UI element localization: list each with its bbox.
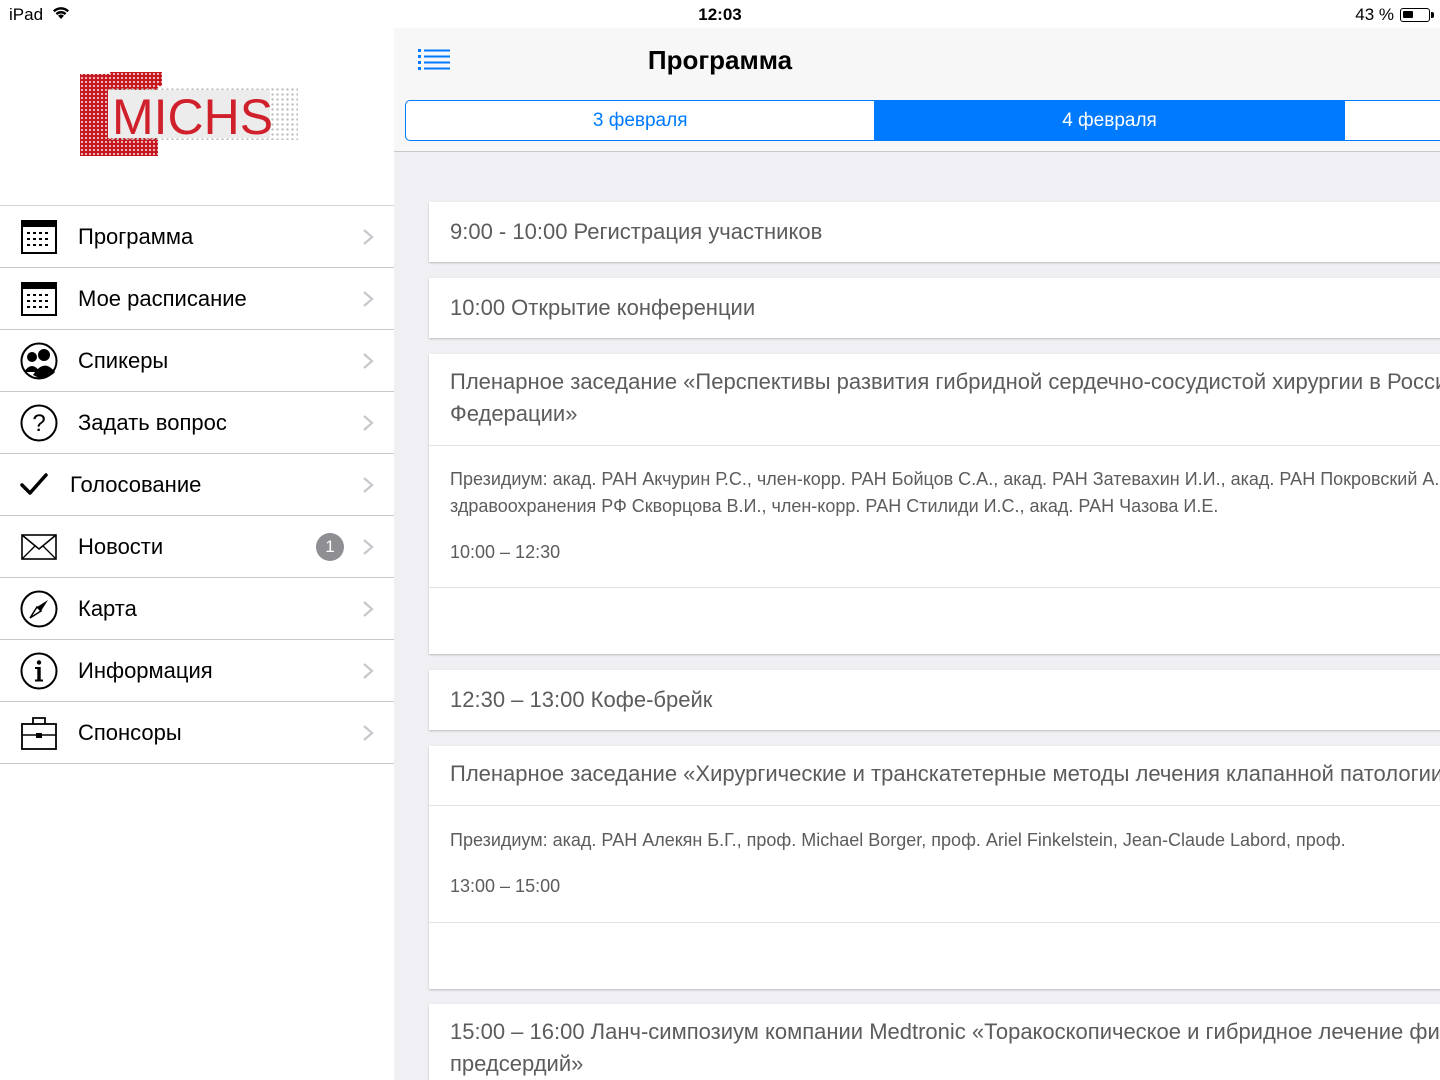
- schedule-item[interactable]: 10:00 Открытие конференции: [429, 278, 1440, 338]
- status-right: 43 %: [1355, 5, 1434, 25]
- chevron-right-icon: [363, 415, 374, 431]
- battery-icon: [1400, 8, 1434, 22]
- sidebar: MICHS Программа Мое расписание Спикеры ?…: [0, 28, 394, 1080]
- chevron-right-icon: [363, 291, 374, 307]
- compass-icon: [20, 590, 58, 628]
- briefcase-icon: [20, 714, 58, 752]
- presidium-line: Президиум: акад. РАН Акчурин Р.С., член-…: [450, 469, 1440, 489]
- sidebar-item-label: Информация: [78, 657, 213, 683]
- sidebar-item-ask-question[interactable]: ? Задать вопрос: [0, 392, 394, 454]
- chevron-right-icon: [363, 601, 374, 617]
- sidebar-item-label: Программа: [78, 223, 194, 249]
- page-title: Программа: [647, 45, 793, 75]
- tab-feb-4[interactable]: 4 февраля: [875, 101, 1345, 140]
- sidebar-item-sponsors[interactable]: Спонсоры: [0, 702, 394, 764]
- question-icon: ?: [20, 404, 58, 442]
- sidebar-item-my-schedule[interactable]: Мое расписание: [0, 268, 394, 330]
- chevron-right-icon: [363, 477, 374, 493]
- battery-fill: [1403, 11, 1413, 18]
- svg-text:?: ?: [32, 410, 45, 437]
- session-title: 15:00 – 16:00 Ланч-симпозиум компании Me…: [429, 1004, 1440, 1080]
- chevron-right-icon: [363, 353, 374, 369]
- sidebar-item-label: Спикеры: [78, 347, 169, 373]
- presidium-line: здравоохранения РФ Скворцова В.И., член-…: [450, 496, 1219, 516]
- sidebar-item-label: Карта: [78, 595, 137, 621]
- schedule-item-title: 10:00 Открытие конференции: [450, 295, 756, 320]
- chevron-right-icon: [363, 539, 374, 555]
- envelope-icon: [20, 528, 58, 566]
- schedule-item-title: 12:30 – 13:00 Кофе-брейк: [450, 687, 713, 712]
- sidebar-item-label: Голосование: [70, 471, 202, 497]
- session-title-line: 15:00 – 16:00 Ланч-симпозиум компании Me…: [450, 1019, 1440, 1044]
- sidebar-item-label: Задать вопрос: [78, 409, 227, 435]
- sidebar-item-speakers[interactable]: Спикеры: [0, 330, 394, 392]
- sidebar-item-label: Мое расписание: [78, 285, 247, 311]
- session-title-line: предсердий»: [450, 1051, 584, 1076]
- sidebar-item-map[interactable]: Карта: [0, 578, 394, 640]
- session-title: Пленарное заседание «Хирургические и тра…: [429, 746, 1440, 805]
- calendar-icon: [20, 218, 58, 256]
- sidebar-item-information[interactable]: Информация: [0, 640, 394, 702]
- divider: [429, 587, 1440, 588]
- session-title-line: Пленарное заседание «Хирургические и тра…: [450, 761, 1440, 786]
- info-icon: [20, 652, 58, 690]
- sidebar-item-news[interactable]: Новости 1: [0, 516, 394, 578]
- session-title-line: Федерации»: [450, 401, 578, 426]
- divider: [429, 922, 1440, 923]
- tab-feb-3[interactable]: 3 февраля: [406, 101, 876, 140]
- presidium-line: Президиум: акад. РАН Алекян Б.Г., проф. …: [450, 830, 1346, 850]
- schedule-session[interactable]: Пленарное заседание «Перспективы развити…: [429, 354, 1440, 654]
- session-time: 13:00 – 15:00: [450, 876, 561, 896]
- sidebar-menu: Программа Мое расписание Спикеры ? Задат…: [0, 205, 394, 764]
- sidebar-item-program[interactable]: Программа: [0, 206, 394, 268]
- schedule-session[interactable]: 15:00 – 16:00 Ланч-симпозиум компании Me…: [429, 1004, 1440, 1080]
- michs-logo: MICHS: [80, 72, 302, 156]
- date-segmented-control: 3 февраля 4 февраля: [405, 100, 1440, 141]
- main-content: Программа 3 февраля 4 февраля 9:00 - 10:…: [394, 28, 1440, 1080]
- people-icon: [20, 342, 58, 380]
- chevron-right-icon: [363, 663, 374, 679]
- status-time: 12:03: [698, 5, 742, 24]
- checkmark-icon: [18, 466, 50, 504]
- battery-percent: 43 %: [1355, 5, 1394, 24]
- session-title-line: Пленарное заседание «Перспективы развити…: [450, 369, 1440, 394]
- sidebar-item-label: Спонсоры: [78, 719, 182, 745]
- tab-next[interactable]: [1345, 101, 1440, 140]
- schedule-item-title: 9:00 - 10:00 Регистрация участников: [450, 219, 823, 244]
- session-title: Пленарное заседание «Перспективы развити…: [429, 354, 1440, 445]
- session-presidium: Президиум: акад. РАН Акчурин Р.С., член-…: [429, 446, 1440, 587]
- news-count-badge: 1: [316, 533, 344, 561]
- logo-text: MICHS: [112, 89, 273, 145]
- schedule-item[interactable]: 12:30 – 13:00 Кофе-брейк: [429, 670, 1440, 730]
- chevron-right-icon: [363, 725, 374, 741]
- status-bar: iPad 12:03 43 %: [0, 0, 1440, 28]
- schedule-session[interactable]: Пленарное заседание «Хирургические и тра…: [429, 746, 1440, 989]
- session-presidium: Президиум: акад. РАН Алекян Б.Г., проф. …: [429, 806, 1440, 922]
- session-time: 10:00 – 12:30: [450, 542, 561, 562]
- schedule-item[interactable]: 9:00 - 10:00 Регистрация участников: [429, 202, 1440, 262]
- chevron-right-icon: [363, 229, 374, 245]
- navigation-bar: Программа 3 февраля 4 февраля: [394, 28, 1440, 152]
- calendar-icon: [20, 280, 58, 318]
- sidebar-item-voting[interactable]: Голосование: [0, 454, 394, 516]
- sidebar-item-label: Новости: [78, 533, 164, 559]
